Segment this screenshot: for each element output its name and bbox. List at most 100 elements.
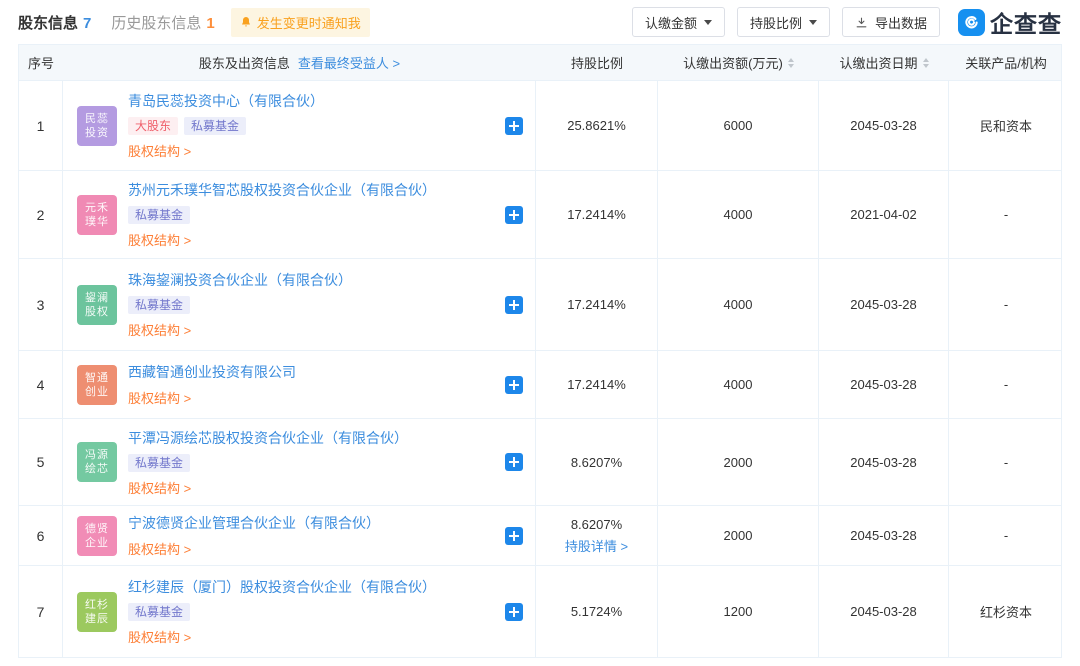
row-index: 1 [19, 81, 63, 170]
download-icon [855, 16, 868, 29]
expand-plus-button[interactable] [505, 603, 523, 621]
amount-cell: 6000 [658, 81, 819, 170]
shareholder-tag: 私募基金 [184, 117, 246, 135]
date-cell: 2045-03-28 [819, 419, 949, 505]
shareholder-tag: 大股东 [128, 117, 178, 135]
ratio-value: 17.2414% [567, 297, 626, 312]
avatar-line1: 德贤 [85, 522, 109, 536]
equity-structure-link[interactable]: 股权结构 > [128, 320, 191, 339]
avatar-line1: 冯源 [85, 448, 109, 462]
change-notify-button[interactable]: 发生变更时通知我 [231, 8, 370, 37]
shareholder-name-link[interactable]: 西藏智通创业投资有限公司 [128, 362, 296, 382]
ratio-cell: 8.6207% 持股详情 > [536, 506, 658, 565]
ratio-cell: 8.6207% [536, 419, 658, 505]
history-count: 1 [206, 15, 214, 32]
holding-detail-link[interactable]: 持股详情 > [565, 536, 628, 555]
qichacha-logo-icon [958, 9, 985, 36]
header-amount: 认缴出资额(万元) [658, 45, 819, 80]
equity-structure-link[interactable]: 股权结构 > [128, 539, 191, 558]
shareholder-cell: 元禾璞华 苏州元禾璞华智芯股权投资合伙企业（有限合伙） 私募基金 股权结构 > [63, 171, 536, 258]
export-data-button[interactable]: 导出数据 [842, 7, 940, 37]
ratio-cell: 17.2414% [536, 351, 658, 418]
shareholder-avatar: 民蕊投资 [77, 106, 117, 146]
expand-plus-button[interactable] [505, 117, 523, 135]
shareholder-name-link[interactable]: 宁波德贤企业管理合伙企业（有限合伙） [128, 513, 380, 533]
date-cell: 2021-04-02 [819, 171, 949, 258]
shareholder-avatar: 德贤企业 [77, 516, 117, 556]
ratio-cell: 5.1724% [536, 566, 658, 657]
shareholder-panel: 股东信息7 历史股东信息1 发生变更时通知我 认缴金额 持股比例 [0, 0, 1080, 658]
avatar-line1: 鋆澜 [85, 291, 109, 305]
sort-by-amount-button[interactable]: 认缴金额 [632, 7, 725, 37]
expand-plus-button[interactable] [505, 206, 523, 224]
ratio-value: 25.8621% [567, 118, 626, 133]
amount-cell: 4000 [658, 351, 819, 418]
related-cell: - [949, 419, 1063, 505]
table-row: 4 智通创业 西藏智通创业投资有限公司 股权结构 > 17.2414% 4000… [19, 351, 1061, 419]
shareholder-info: 珠海鋆澜投资合伙企业（有限合伙） 私募基金 股权结构 > [128, 270, 352, 339]
ratio-value: 8.6207% [571, 455, 622, 470]
shareholder-avatar: 元禾璞华 [77, 195, 117, 235]
sort-icon[interactable] [788, 58, 794, 68]
row-index: 4 [19, 351, 63, 418]
related-cell: - [949, 171, 1063, 258]
ratio-cell: 17.2414% [536, 171, 658, 258]
sort-by-ratio-button[interactable]: 持股比例 [737, 7, 830, 37]
table-row: 3 鋆澜股权 珠海鋆澜投资合伙企业（有限合伙） 私募基金 股权结构 > 17.2… [19, 259, 1061, 351]
equity-structure-link[interactable]: 股权结构 > [128, 627, 191, 646]
ratio-value: 17.2414% [567, 207, 626, 222]
related-cell[interactable]: 红杉资本 [949, 566, 1063, 657]
header-shareholder: 股东及出资信息 查看最终受益人 > [63, 45, 536, 80]
sort-icon[interactable] [923, 58, 929, 68]
shareholder-tag: 私募基金 [128, 296, 190, 314]
expand-plus-button[interactable] [505, 453, 523, 471]
table-body: 1 民蕊投资 青岛民蕊投资中心（有限合伙） 大股东私募基金 股权结构 > 25.… [19, 81, 1061, 657]
topbar: 股东信息7 历史股东信息1 发生变更时通知我 认缴金额 持股比例 [18, 0, 1062, 44]
avatar-line1: 元禾 [85, 201, 109, 215]
shareholder-avatar: 冯源绘芯 [77, 442, 117, 482]
shareholder-info: 西藏智通创业投资有限公司 股权结构 > [128, 362, 296, 407]
shareholder-name-link[interactable]: 苏州元禾璞华智芯股权投资合伙企业（有限合伙） [128, 180, 436, 200]
amount-cell: 2000 [658, 419, 819, 505]
row-index: 3 [19, 259, 63, 350]
related-cell: - [949, 259, 1063, 350]
shareholder-name-link[interactable]: 珠海鋆澜投资合伙企业（有限合伙） [128, 270, 352, 290]
shareholder-name-link[interactable]: 平潭冯源绘芯股权投资合伙企业（有限合伙） [128, 428, 408, 448]
view-beneficiary-link[interactable]: 查看最终受益人 > [298, 53, 400, 72]
chevron-down-icon [704, 20, 712, 25]
table-row: 7 红杉建辰 红杉建辰（厦门）股权投资合伙企业（有限合伙） 私募基金 股权结构 … [19, 566, 1061, 657]
shareholder-info: 宁波德贤企业管理合伙企业（有限合伙） 股权结构 > [128, 513, 380, 558]
table-row: 6 德贤企业 宁波德贤企业管理合伙企业（有限合伙） 股权结构 > 8.6207%… [19, 506, 1061, 566]
header-related: 关联产品/机构 [949, 45, 1063, 80]
equity-structure-link[interactable]: 股权结构 > [128, 478, 191, 497]
sort-by-amount-label: 认缴金额 [645, 13, 697, 32]
shareholder-name-link[interactable]: 红杉建辰（厦门）股权投资合伙企业（有限合伙） [128, 577, 436, 597]
tab-history-shareholder[interactable]: 历史股东信息1 [111, 12, 214, 33]
avatar-line1: 民蕊 [85, 112, 109, 126]
header-shareholder-label: 股东及出资信息 [199, 53, 290, 72]
shareholder-avatar: 鋆澜股权 [77, 285, 117, 325]
row-index: 7 [19, 566, 63, 657]
date-cell: 2045-03-28 [819, 566, 949, 657]
avatar-line2: 企业 [85, 536, 109, 550]
table-header-row: 序号 股东及出资信息 查看最终受益人 > 持股比例 认缴出资额(万元) 认缴出资… [19, 45, 1061, 81]
table-row: 2 元禾璞华 苏州元禾璞华智芯股权投资合伙企业（有限合伙） 私募基金 股权结构 … [19, 171, 1061, 259]
shareholder-tag: 私募基金 [128, 454, 190, 472]
table-row: 5 冯源绘芯 平潭冯源绘芯股权投资合伙企业（有限合伙） 私募基金 股权结构 > … [19, 419, 1061, 506]
row-index: 2 [19, 171, 63, 258]
shareholder-info: 平潭冯源绘芯股权投资合伙企业（有限合伙） 私募基金 股权结构 > [128, 428, 408, 497]
related-cell: - [949, 506, 1063, 565]
related-cell[interactable]: 民和资本 [949, 81, 1063, 170]
tab-shareholder-info[interactable]: 股东信息7 [18, 12, 91, 33]
equity-structure-link[interactable]: 股权结构 > [128, 230, 191, 249]
ratio-value: 5.1724% [571, 604, 622, 619]
expand-plus-button[interactable] [505, 527, 523, 545]
shareholder-name-link[interactable]: 青岛民蕊投资中心（有限合伙） [128, 91, 324, 111]
equity-structure-link[interactable]: 股权结构 > [128, 388, 191, 407]
shareholder-tags: 私募基金 [128, 603, 190, 621]
expand-plus-button[interactable] [505, 376, 523, 394]
expand-plus-button[interactable] [505, 296, 523, 314]
header-amount-label: 认缴出资额(万元) [683, 53, 783, 72]
shareholder-tags: 私募基金 [128, 454, 190, 472]
equity-structure-link[interactable]: 股权结构 > [128, 141, 191, 160]
